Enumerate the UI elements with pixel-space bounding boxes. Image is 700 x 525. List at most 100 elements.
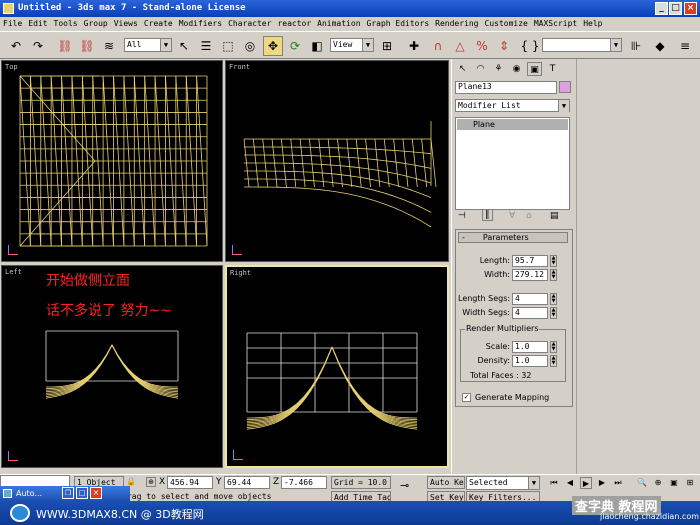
scale-spinner[interactable]: ▲ ▼ [550,341,557,353]
utilities-tab-icon[interactable]: T [545,62,560,76]
layer-manager-icon[interactable]: ≡ [675,36,695,56]
object-name-input[interactable]: Plane13 [455,81,557,94]
menu-item-create[interactable]: Create [144,17,173,31]
x-coordinate-input[interactable]: 456.94 [167,476,213,489]
undo-icon[interactable]: ↶ [6,36,26,56]
align-icon[interactable]: ◆ [650,36,670,56]
angle-snap-icon[interactable]: △ [450,36,470,56]
modifier-list-dropdown[interactable]: Modifier List ▼ [455,99,570,112]
link-icon[interactable]: ⛓ [55,36,75,56]
auto-key-button[interactable]: Auto Key [427,476,465,489]
viewport-front[interactable]: Front [225,60,449,262]
z-coordinate-input[interactable]: -7.466 [281,476,327,489]
viewport-top[interactable]: Top [1,60,223,262]
create-tab-icon[interactable]: ↖ [455,62,470,76]
motion-tab-icon[interactable]: ◉ [509,62,524,76]
menu-item-file[interactable]: File [3,17,22,31]
percent-snap-icon[interactable]: % [472,36,492,56]
selection-region-icon[interactable]: ⬚ [218,36,238,56]
zoom-icon[interactable]: 🔍 [636,477,648,489]
unlink-icon[interactable]: ⛓ [77,36,97,56]
density-input[interactable]: 1.0 [512,355,548,367]
pin-stack-icon[interactable]: ⊣ [458,211,466,221]
display-tab-icon[interactable]: ▣ [527,62,542,76]
app-icon[interactable] [3,3,14,14]
remove-modifier-icon[interactable]: ⌂ [526,211,532,221]
minimize-icon[interactable]: _ [655,2,668,15]
zoom-extents-all-icon[interactable]: ⊞ [684,477,696,489]
menu-item-animation[interactable]: Animation [317,17,360,31]
key-selection-dropdown[interactable]: Selected ▼ [466,476,540,490]
menu-item-reactor[interactable]: reactor [277,17,311,31]
select-scale-icon[interactable]: ◧ [307,36,327,56]
menu-item-modifiers[interactable]: Modifiers [179,17,222,31]
z-label: Z [273,477,280,487]
configure-sets-icon[interactable]: ▤ [550,211,559,221]
viewport-left[interactable]: Left 开始做侧立面 话不多说了 努力~~ [1,265,223,468]
menu-item-tools[interactable]: Tools [54,17,78,31]
select-manipulate-icon[interactable]: ✚ [404,36,424,56]
lock-selection-icon[interactable]: 🔒 [126,477,136,486]
select-move-icon[interactable]: ✥ [263,36,283,56]
taskbar-item[interactable]: Auto... ❐ □ × [0,486,130,501]
y-coordinate-input[interactable]: 69.44 [224,476,270,489]
key-mode-icon[interactable]: ⊸ [400,479,409,492]
previous-frame-icon[interactable]: ◀ [564,477,576,489]
length-input[interactable]: 95.7 [512,255,548,267]
menu-item-group[interactable]: Group [84,17,108,31]
absolute-mode-icon[interactable]: ⊕ [146,477,156,487]
snap-toggle-icon[interactable]: ∩ [428,36,448,56]
width-input[interactable]: 279.12 [512,269,548,281]
length-segs-input[interactable]: 4 [512,293,548,305]
length-spinner[interactable]: ▲ ▼ [550,255,557,267]
width-segs-input[interactable]: 4 [512,307,548,319]
object-color-swatch[interactable] [559,81,571,93]
menu-item-maxscript[interactable]: MAXScript [534,17,577,31]
scale-input[interactable]: 1.0 [512,341,548,353]
menu-item-character[interactable]: Character [228,17,271,31]
taskbar-maximize-icon[interactable]: □ [76,487,88,499]
viewport-right[interactable]: Right [225,265,449,468]
play-icon[interactable]: ▶ [580,477,592,489]
select-rotate-icon[interactable]: ⟳ [285,36,305,56]
maximize-icon[interactable]: □ [669,2,682,15]
menu-item-help[interactable]: Help [583,17,602,31]
select-object-icon[interactable]: ↖ [174,36,194,56]
modify-tab-icon[interactable]: ◠ [473,62,488,76]
named-selection-dropdown[interactable]: ▼ [542,38,622,52]
mirror-icon[interactable]: ⊪ [626,36,646,56]
select-by-name-icon[interactable]: ☰ [196,36,216,56]
spinner-snap-icon[interactable]: ⇕ [494,36,514,56]
menu-item-rendering[interactable]: Rendering [435,17,478,31]
window-crossing-icon[interactable]: ◎ [240,36,260,56]
go-to-end-icon[interactable]: ⏭ [612,477,624,489]
parameters-rollout-header[interactable]: - Parameters [458,232,568,243]
length-segs-spinner[interactable]: ▲ ▼ [550,293,557,305]
go-to-start-icon[interactable]: ⏮ [548,477,560,489]
modifier-stack[interactable]: Plane [455,117,570,210]
zoom-all-icon[interactable]: ⊕ [652,477,664,489]
reference-coordinate-dropdown[interactable]: View ▼ [330,38,374,52]
bind-spacewarp-icon[interactable]: ≋ [99,36,119,56]
menu-item-customize[interactable]: Customize [485,17,528,31]
menu-item-edit[interactable]: Edit [28,17,47,31]
density-spinner[interactable]: ▲ ▼ [550,355,557,367]
show-end-result-icon[interactable]: ‖ [482,209,493,221]
make-unique-icon[interactable]: ∀ [509,211,515,221]
close-icon[interactable]: × [684,2,697,15]
selection-filter-dropdown[interactable]: All ▼ [124,38,172,52]
hierarchy-tab-icon[interactable]: ⚘ [491,62,506,76]
taskbar-restore-icon[interactable]: ❐ [62,487,74,499]
redo-icon[interactable]: ↷ [28,36,48,56]
menu-item-views[interactable]: Views [114,17,138,31]
generate-mapping-checkbox[interactable]: ✓ [462,393,471,402]
width-spinner[interactable]: ▲ ▼ [550,269,557,281]
menu-item-graph-editors[interactable]: Graph Editors [367,17,430,31]
width-segs-spinner[interactable]: ▲ ▼ [550,307,557,319]
next-frame-icon[interactable]: ▶ [596,477,608,489]
edit-named-selection-icon[interactable]: { } [520,36,540,56]
taskbar-close-icon[interactable]: × [90,487,102,499]
zoom-extents-icon[interactable]: ▣ [668,477,680,489]
stack-item-plane[interactable]: Plane [457,119,568,130]
pivot-center-icon[interactable]: ⊞ [377,36,397,56]
